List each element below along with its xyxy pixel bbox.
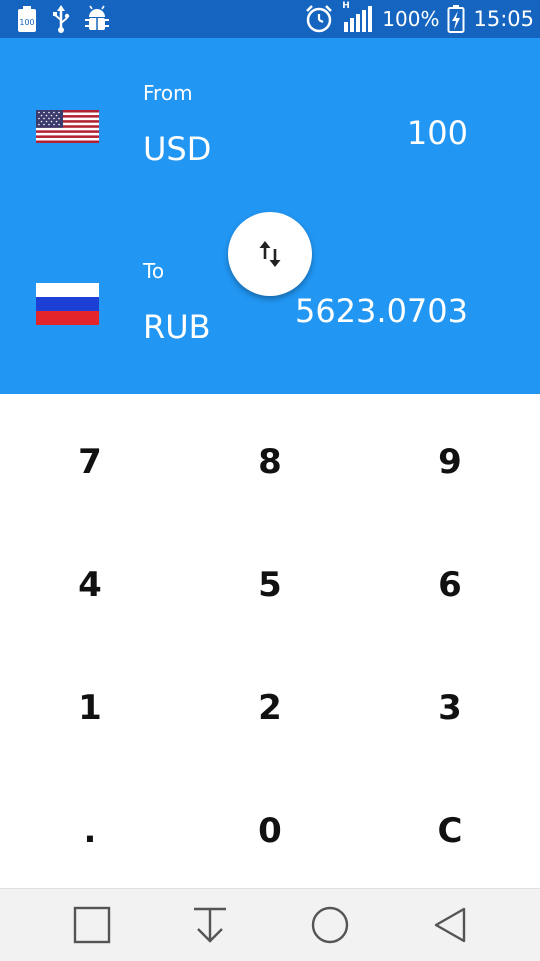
converter-panel: From USD 100 To RUB 5623.0703	[0, 38, 540, 394]
status-bar: 100 H 100% 15:05	[0, 0, 540, 38]
swap-currencies-button[interactable]	[228, 212, 312, 296]
to-label: To	[143, 259, 165, 283]
notification-pull-button[interactable]	[188, 903, 232, 947]
key-7[interactable]: 7	[0, 400, 180, 523]
alarm-icon	[304, 4, 334, 34]
key-3[interactable]: 3	[360, 646, 540, 769]
from-currency-code[interactable]: USD	[143, 130, 211, 168]
key-decimal[interactable]: .	[0, 769, 180, 892]
key-6[interactable]: 6	[360, 523, 540, 646]
key-8[interactable]: 8	[180, 400, 360, 523]
back-button[interactable]	[428, 903, 472, 947]
usb-icon	[52, 5, 70, 33]
to-amount: 5623.0703	[294, 292, 468, 330]
system-nav-bar	[0, 888, 540, 961]
clock-time: 15:05	[473, 7, 534, 31]
status-bar-system: H 100% 15:05	[304, 1, 534, 34]
android-debug-icon	[84, 5, 110, 33]
notification-badge-text: 100	[19, 18, 34, 27]
key-2[interactable]: 2	[180, 646, 360, 769]
home-button[interactable]	[308, 903, 352, 947]
status-bar-notifications: 100	[16, 5, 110, 33]
recents-square-icon	[73, 906, 111, 944]
key-clear[interactable]: C	[360, 769, 540, 892]
battery-notification-icon: 100	[16, 5, 38, 33]
from-label: From	[143, 81, 193, 105]
home-circle-icon	[311, 906, 349, 944]
from-amount[interactable]: 100	[407, 114, 468, 152]
signal-icon: H	[342, 1, 374, 34]
back-triangle-icon	[434, 907, 466, 943]
key-5[interactable]: 5	[180, 523, 360, 646]
key-1[interactable]: 1	[0, 646, 180, 769]
swap-vertical-icon	[259, 241, 281, 267]
battery-charging-icon	[447, 4, 465, 34]
to-currency-code[interactable]: RUB	[143, 308, 211, 346]
key-9[interactable]: 9	[360, 400, 540, 523]
key-4[interactable]: 4	[0, 523, 180, 646]
number-keypad: 7 8 9 4 5 6 1 2 3 . 0 C	[0, 394, 540, 888]
key-0[interactable]: 0	[180, 769, 360, 892]
us-flag-icon[interactable]	[36, 110, 99, 143]
battery-percent: 100%	[382, 7, 440, 31]
notification-down-icon	[194, 907, 226, 943]
recents-button[interactable]	[70, 903, 114, 947]
ru-flag-icon[interactable]	[36, 283, 99, 325]
